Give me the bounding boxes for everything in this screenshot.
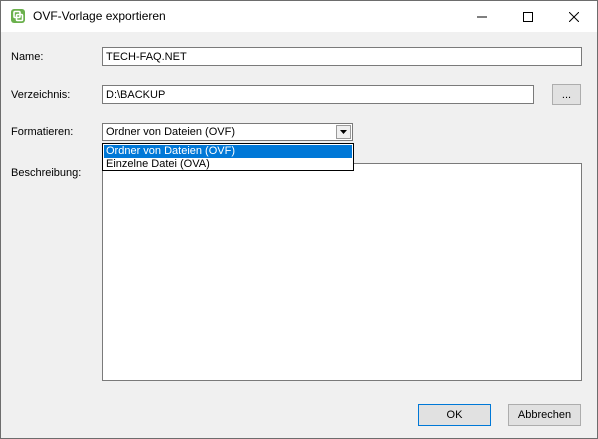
format-select[interactable]: Ordner von Dateien (OVF) xyxy=(102,123,353,141)
name-input[interactable]: TECH-FAQ.NET xyxy=(102,47,582,66)
window-title: OVF-Vorlage exportieren xyxy=(33,9,166,23)
format-option-ovf[interactable]: Ordner von Dateien (OVF) xyxy=(104,145,352,158)
browse-button-label: ... xyxy=(561,88,572,101)
description-label: Beschreibung: xyxy=(11,167,82,179)
maximize-button[interactable] xyxy=(505,1,551,32)
close-icon xyxy=(569,11,579,22)
chevron-down-icon xyxy=(340,130,347,134)
ok-button[interactable]: OK xyxy=(418,404,491,426)
format-option-ova[interactable]: Einzelne Datei (OVA) xyxy=(104,158,352,171)
name-label: Name: xyxy=(11,51,44,63)
minimize-button[interactable] xyxy=(459,1,505,32)
ok-button-label: OK xyxy=(446,409,463,421)
cancel-button[interactable]: Abbrechen xyxy=(508,404,581,426)
format-label: Formatieren: xyxy=(11,126,74,138)
vsphere-icon xyxy=(11,9,25,23)
close-button[interactable] xyxy=(551,1,597,32)
minimize-icon xyxy=(477,16,487,17)
cancel-button-label: Abbrechen xyxy=(517,409,572,421)
title-bar[interactable]: OVF-Vorlage exportieren xyxy=(1,1,597,32)
format-dropdown-list: Ordner von Dateien (OVF) Einzelne Datei … xyxy=(102,143,354,171)
dropdown-arrow-button[interactable] xyxy=(336,125,351,139)
format-selected-value: Ordner von Dateien (OVF) xyxy=(106,126,235,138)
directory-label: Verzeichnis: xyxy=(11,89,71,101)
browse-button[interactable]: ... xyxy=(552,84,581,105)
maximize-icon xyxy=(523,11,533,22)
description-textarea[interactable] xyxy=(102,163,582,381)
directory-input[interactable]: D:\BACKUP xyxy=(102,85,534,104)
dialog-window: OVF-Vorlage exportieren Name: TECH-FAQ.N… xyxy=(0,0,598,439)
